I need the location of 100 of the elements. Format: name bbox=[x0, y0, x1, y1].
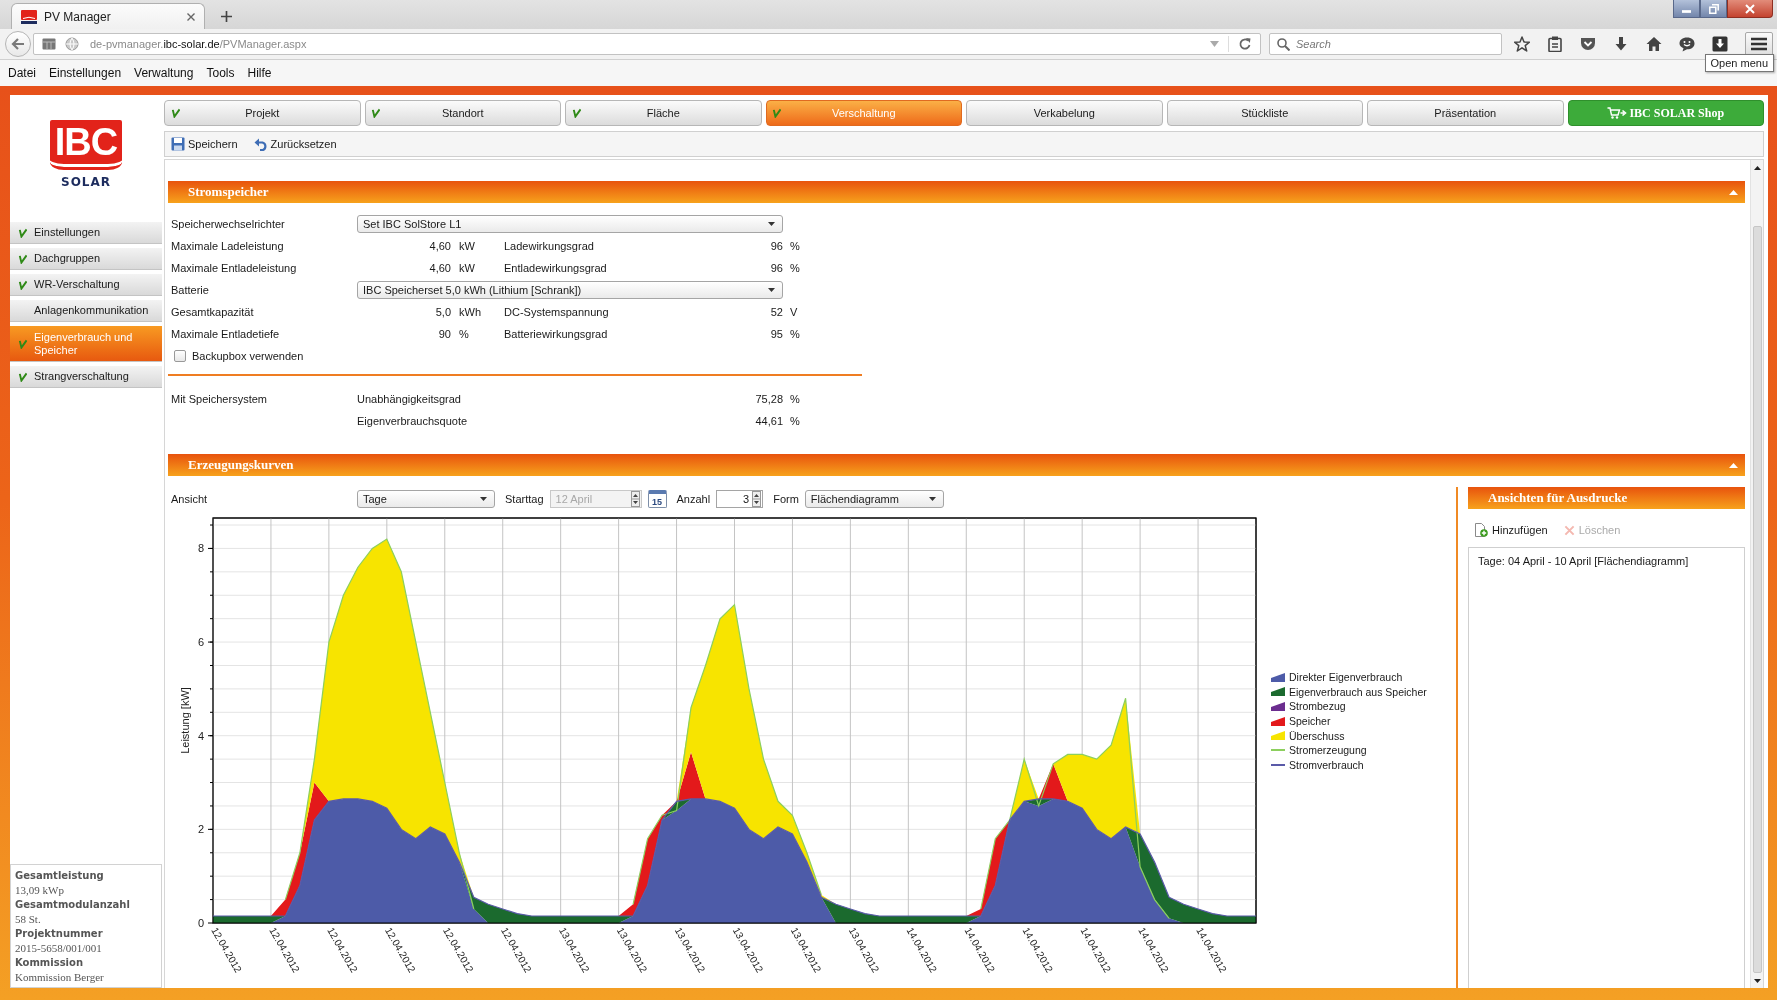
dropdown[interactable]: Tage bbox=[357, 490, 495, 508]
scroll-down-icon[interactable] bbox=[1753, 979, 1761, 983]
field-label: Maximale Entladeleistung bbox=[171, 262, 298, 274]
field-label: Form bbox=[773, 493, 799, 505]
field-label: Speicherwechselrichter bbox=[171, 218, 286, 230]
field-value: 96 bbox=[769, 262, 783, 274]
sidebar-item[interactable]: Einstellungen bbox=[10, 222, 162, 244]
add-button[interactable]: Hinzufügen bbox=[1473, 522, 1549, 538]
close-icon[interactable] bbox=[187, 12, 195, 21]
menu-item[interactable]: Hilfe bbox=[246, 66, 273, 80]
field-value: 96 bbox=[769, 240, 783, 252]
info-label: Kommission bbox=[15, 956, 85, 970]
field-value: 4,60 bbox=[428, 240, 451, 252]
menu-item[interactable]: Einstellungen bbox=[48, 66, 123, 80]
field-label: Batterie bbox=[171, 284, 210, 296]
field-label: Maximale Entladetiefe bbox=[171, 328, 281, 340]
info-label: Projektnummer bbox=[15, 927, 104, 941]
caret-up-icon[interactable] bbox=[1729, 189, 1738, 195]
unit-label: V bbox=[789, 306, 799, 318]
sidebar-item[interactable]: Anlagenkommunikation bbox=[10, 300, 162, 322]
field-value: 90 bbox=[437, 328, 451, 340]
spinner-icon[interactable] bbox=[752, 491, 762, 507]
scroll-up-icon[interactable] bbox=[1753, 166, 1761, 170]
legend-label: Stromverbrauch bbox=[1289, 758, 1364, 771]
save-icon bbox=[171, 137, 185, 151]
y-axis-title: Leistung [kW] bbox=[179, 687, 191, 754]
legend-label: Überschuss bbox=[1289, 729, 1345, 742]
restore-icon bbox=[1708, 3, 1719, 14]
sidebar-item[interactable]: Dachgruppen bbox=[10, 248, 162, 270]
scrollbar[interactable] bbox=[1750, 160, 1763, 988]
tab[interactable]: Stückliste bbox=[1166, 100, 1363, 126]
sidebar-item[interactable]: Strangverschaltung bbox=[10, 366, 162, 388]
chat-icon[interactable] bbox=[1679, 36, 1695, 52]
chevron-shield-icon[interactable] bbox=[1580, 36, 1596, 52]
field-label: Eigenverbrauchsquote bbox=[357, 415, 469, 427]
tab[interactable]: Standort bbox=[364, 100, 561, 126]
browser-tab[interactable]: PV Manager bbox=[11, 3, 205, 29]
home-icon[interactable] bbox=[1646, 36, 1662, 52]
field-label: Gesamtkapazität bbox=[171, 306, 255, 318]
y-axis-label: 8 bbox=[197, 542, 204, 555]
address-bar[interactable]: de-pvmanager.ibc-solar.de/PVManager.aspx bbox=[33, 33, 1261, 55]
info-value: 2015-5658/001/001 bbox=[15, 941, 103, 955]
info-label: Gesamtleistung bbox=[15, 869, 105, 883]
info-value: Kommission Berger bbox=[15, 970, 105, 984]
info-value: 13,09 kWp bbox=[15, 883, 65, 897]
scrollbar-thumb[interactable] bbox=[1752, 226, 1762, 973]
caret-up-icon[interactable] bbox=[1729, 462, 1738, 468]
checkbox-label: Backupbox verwenden bbox=[192, 350, 304, 362]
minimize-button[interactable] bbox=[1673, 0, 1700, 18]
menu-item[interactable]: Tools bbox=[205, 66, 236, 80]
back-button[interactable] bbox=[5, 31, 31, 57]
y-axis-label: 2 bbox=[197, 823, 204, 836]
tab[interactable]: Verkabelung bbox=[966, 100, 1163, 126]
field-label: Starttag bbox=[505, 493, 544, 505]
field-label: Ansicht bbox=[171, 493, 209, 505]
legend-label: Speicher bbox=[1289, 715, 1331, 728]
url-text: de-pvmanager.ibc-solar.de/PVManager.aspx bbox=[90, 38, 307, 50]
field-value: 4,60 bbox=[428, 262, 451, 274]
close-icon bbox=[1745, 3, 1755, 14]
tab[interactable]: Fläche bbox=[565, 100, 762, 126]
save-button[interactable]: Speichern bbox=[170, 136, 239, 152]
menu-button[interactable] bbox=[1745, 32, 1773, 56]
legend-label: Direkter Eigenverbrauch bbox=[1289, 671, 1403, 684]
download-box-icon[interactable] bbox=[1712, 36, 1728, 52]
logo-mark: IBC bbox=[50, 120, 122, 170]
menu-item[interactable]: Datei bbox=[7, 66, 37, 80]
reset-button[interactable]: Zurücksetzen bbox=[252, 136, 338, 152]
y-axis-label: 6 bbox=[197, 636, 204, 649]
restore-button[interactable] bbox=[1700, 0, 1727, 18]
y-axis-label: 0 bbox=[197, 917, 204, 929]
search-field[interactable]: Search bbox=[1269, 33, 1502, 55]
list-item[interactable]: Tage: 04 April - 10 April [Flächendiagramm] bbox=[1477, 553, 1736, 569]
reload-icon[interactable] bbox=[1238, 37, 1252, 51]
globe-icon bbox=[65, 37, 79, 51]
field-value: 52 bbox=[769, 306, 783, 318]
minimize-icon bbox=[1682, 10, 1691, 13]
close-button[interactable] bbox=[1727, 0, 1773, 18]
field-label: Unabhängigkeitsgrad bbox=[357, 393, 462, 405]
menu-item[interactable]: Verwaltung bbox=[133, 66, 195, 80]
star-icon[interactable] bbox=[1514, 36, 1530, 52]
tab[interactable]: Präsentation bbox=[1367, 100, 1564, 126]
page-grid-icon bbox=[42, 37, 56, 51]
dropdown[interactable]: Set IBC SolStore L1 bbox=[357, 215, 783, 233]
download-icon[interactable] bbox=[1613, 36, 1629, 52]
calendar-button[interactable]: 15 bbox=[647, 490, 667, 508]
new-tab-icon[interactable] bbox=[221, 11, 232, 22]
favicon-icon bbox=[21, 9, 37, 24]
y-axis-label: 4 bbox=[197, 729, 204, 742]
checkbox[interactable] bbox=[174, 350, 186, 362]
caret-down-icon bbox=[768, 222, 775, 226]
number-field[interactable]: 3 bbox=[716, 490, 764, 508]
unit-label: kW bbox=[458, 240, 476, 252]
sidebar-item[interactable]: WR-Verschaltung bbox=[10, 274, 162, 296]
clipboard-icon[interactable] bbox=[1547, 36, 1563, 52]
dropdown[interactable]: Flächendiagramm bbox=[804, 490, 944, 508]
section-title: Stromspeicher bbox=[188, 184, 269, 200]
dropdown[interactable]: IBC Speicherset 5,0 kWh (Lithium [Schrank]) bbox=[357, 281, 783, 299]
tab[interactable]: Projekt bbox=[164, 100, 361, 126]
tooltip: Open menu bbox=[1704, 54, 1774, 72]
field-value: 44,61 bbox=[754, 415, 783, 427]
